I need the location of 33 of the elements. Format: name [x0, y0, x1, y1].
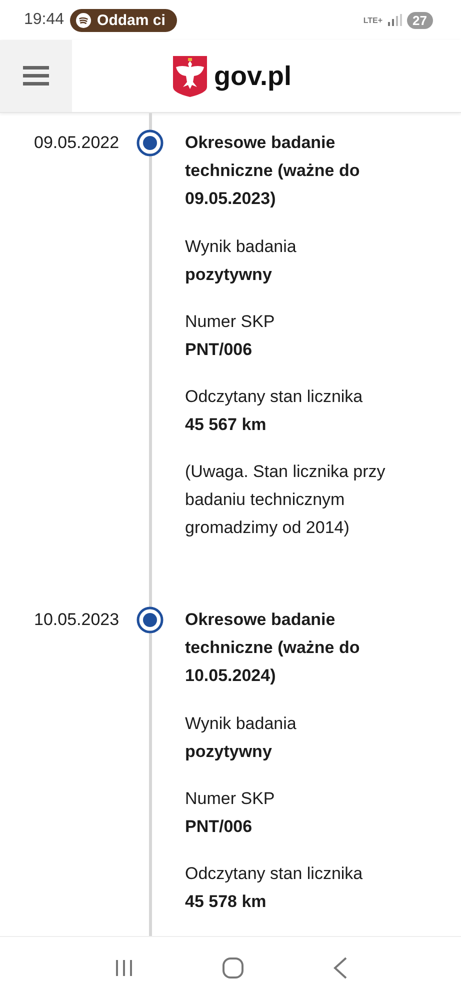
media-title: Oddam ci: [97, 12, 166, 28]
network-type: LTE+: [363, 16, 383, 24]
media-pill[interactable]: Oddam ci: [70, 8, 178, 32]
field-label: Odczytany stan licznika: [185, 386, 364, 408]
battery-level: 27: [406, 12, 433, 28]
timeline-dot: [136, 606, 164, 634]
menu-button[interactable]: [0, 40, 72, 112]
field-label: Wynik badania: [185, 713, 298, 735]
logo-text[interactable]: gov.pl: [214, 60, 292, 92]
eagle-emblem-icon: [172, 55, 208, 97]
home-icon[interactable]: [222, 957, 244, 979]
entry-date: 10.05.2023: [34, 609, 120, 631]
entry-title: Okresowe badanie techniczne (ważne do 10.05.2024): [185, 609, 361, 687]
field-value: PNT/006: [185, 816, 254, 838]
back-icon[interactable]: [332, 957, 347, 979]
field-value: PNT/006: [185, 339, 254, 361]
field-value: 45 567 km: [185, 414, 268, 436]
field-label: Odczytany stan licznika: [185, 863, 364, 885]
music-app-icon: [76, 12, 92, 28]
signal-icon: [388, 14, 402, 26]
entry-note: (Uwaga. Stan licznika przy badaniu technicznym gromadzimy od 2014): [185, 461, 386, 539]
field-value: 45 578 km: [185, 891, 268, 913]
field-label: Wynik badania: [185, 236, 298, 258]
field-value: pozytywny: [185, 264, 273, 286]
entry-title: Okresowe badanie techniczne (ważne do 09.05.2023): [185, 132, 361, 210]
recent-apps-icon[interactable]: [114, 959, 134, 977]
field-label: Numer SKP: [185, 311, 276, 333]
status-time: 19:44: [24, 11, 64, 29]
entry-date: 09.05.2022: [34, 132, 120, 154]
menu-icon: [23, 66, 49, 86]
field-label: Numer SKP: [185, 788, 276, 810]
field-value: pozytywny: [185, 741, 273, 763]
timeline-dot: [136, 129, 164, 157]
